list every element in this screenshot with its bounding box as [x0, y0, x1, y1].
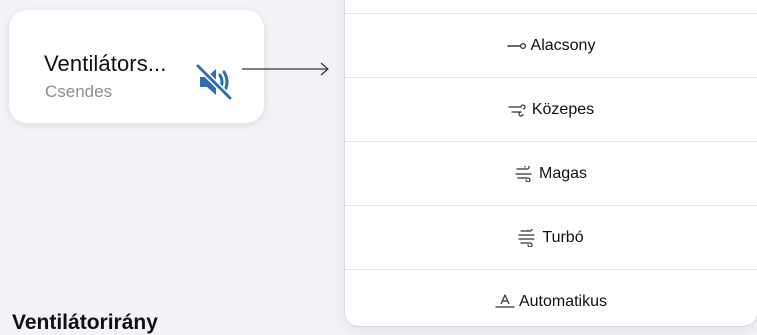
- fan-speed-tile[interactable]: Ventilátors... Csendes: [9, 10, 264, 123]
- menu-item-label: Automatikus: [518, 292, 608, 310]
- fan-high-icon: [515, 165, 532, 182]
- menu-item-kozepes[interactable]: Közepes: [345, 77, 757, 141]
- tile-subtitle: Csendes: [45, 82, 113, 101]
- menu-item-label: Közepes: [531, 100, 595, 118]
- menu-item-label: Alacsony: [530, 36, 596, 54]
- menu-item-magas[interactable]: Magas: [345, 141, 757, 205]
- tile-title: Ventilátors...: [44, 51, 167, 76]
- menu-item-automatikus[interactable]: Automatikus: [345, 269, 757, 326]
- menu-item-label: Magas: [538, 164, 588, 182]
- menu-item-turbo[interactable]: Turbó: [345, 205, 757, 269]
- fan-turbo-icon: [518, 228, 535, 247]
- speaker-muted-icon: [195, 63, 233, 101]
- fan-low-icon: [506, 42, 526, 49]
- section-title: Ventilátorirány: [12, 311, 158, 334]
- fan-speed-menu: Alacsony Közepes Magas Turbó Automatikus: [345, 0, 757, 326]
- menu-item-label: Turbó: [542, 228, 584, 246]
- fan-auto-icon: [495, 293, 515, 308]
- menu-item-alacsony[interactable]: Alacsony: [345, 13, 757, 77]
- connector-arrow-icon: [242, 62, 329, 76]
- fan-medium-icon: [508, 103, 526, 117]
